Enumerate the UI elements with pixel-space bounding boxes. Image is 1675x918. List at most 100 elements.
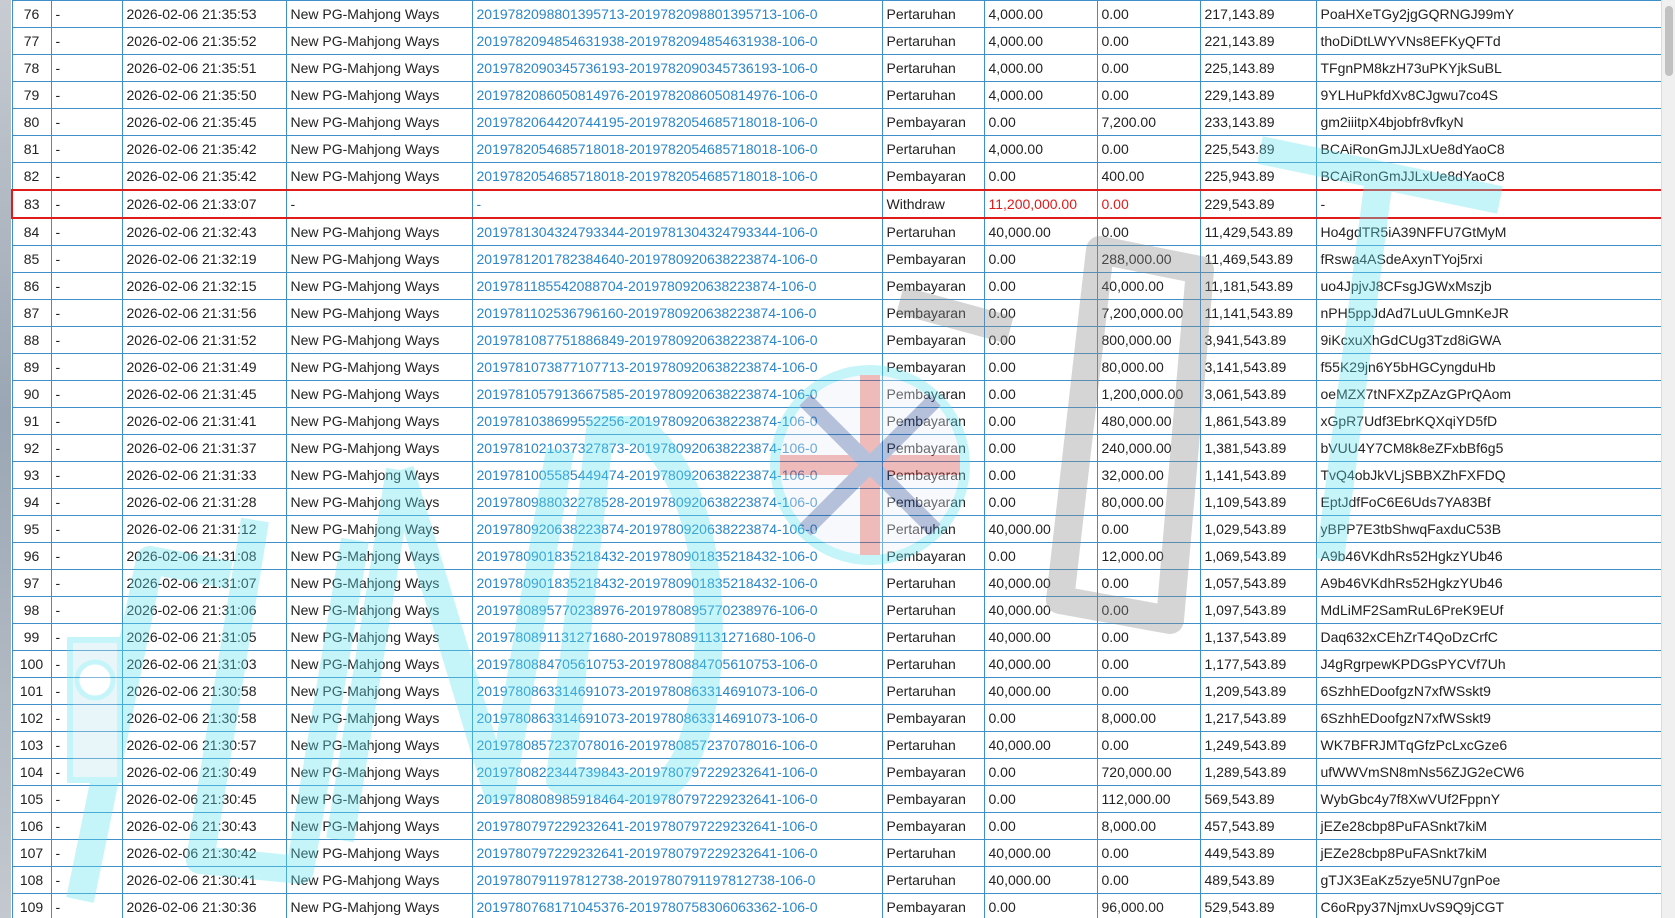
row-reference-link[interactable]: 2019781185542088704-2019780920638223874-… — [471, 272, 883, 300]
row-flag: - — [50, 650, 123, 678]
row-reference-link[interactable]: 2019780797229232641-2019780797229232641-… — [471, 812, 883, 840]
row-reference-link[interactable]: 2019780797229232641-2019780797229232641-… — [471, 839, 883, 867]
row-code: Ho4gdTR5iA39NFFU7GtMyM — [1315, 217, 1663, 246]
row-flag: - — [50, 488, 123, 516]
row-type: Pembayaran — [881, 785, 985, 813]
row-number: 86 — [11, 272, 52, 300]
row-flag: - — [50, 866, 123, 894]
row-reference-link[interactable]: 2019782090345736193-2019782090345736193-… — [471, 54, 883, 82]
row-reference-link[interactable]: 2019782054685718018-2019782054685718018-… — [471, 162, 883, 191]
row-flag: - — [50, 326, 123, 354]
row-reference-link[interactable]: 2019781073877107713-2019780920638223874-… — [471, 353, 883, 381]
row-number: 102 — [11, 704, 52, 732]
row-number: 95 — [11, 515, 52, 543]
row-credit: 720,000.00 — [1096, 758, 1201, 786]
row-code: uo4JpjvJ8CFsgJGWxMszjb — [1315, 272, 1663, 300]
row-balance: 569,543.89 — [1199, 785, 1317, 813]
row-datetime: 2026-02-06 21:32:43 — [121, 217, 287, 246]
row-datetime: 2026-02-06 21:32:19 — [121, 245, 287, 273]
row-datetime: 2026-02-06 21:35:42 — [121, 162, 287, 191]
table-row: 107-2026-02-06 21:30:42 New PG-Mahjong Wa… — [11, 839, 1663, 867]
row-code: jEZe28cbp8PuFASnkt7kiM — [1315, 839, 1663, 867]
scrollbar-thumb[interactable] — [1665, 6, 1673, 76]
row-reference-link[interactable]: 2019781038699552256-2019780920638223874-… — [471, 407, 883, 435]
row-datetime: 2026-02-06 21:30:41 — [121, 866, 287, 894]
row-reference-link[interactable]: 2019781201782384640-2019780920638223874-… — [471, 245, 883, 273]
row-credit: 240,000.00 — [1096, 434, 1201, 462]
row-datetime: 2026-02-06 21:30:57 — [121, 731, 287, 759]
row-number: 94 — [11, 488, 52, 516]
row-flag: - — [50, 893, 123, 918]
row-reference-link[interactable]: 2019781057913667585-2019780920638223874-… — [471, 380, 883, 408]
row-reference-link[interactable]: 2019781102536796160-2019780920638223874-… — [471, 299, 883, 327]
row-type: Pembayaran — [881, 758, 985, 786]
row-reference-link[interactable]: 2019780791197812738-2019780791197812738-… — [471, 866, 883, 894]
row-reference-link[interactable]: 2019780863314691073-2019780863314691073-… — [471, 704, 883, 732]
row-balance: 529,543.89 — [1199, 893, 1317, 918]
row-reference-link[interactable]: 2019780884705610753-2019780884705610753-… — [471, 650, 883, 678]
row-code: f55K29jn6Y5bHGCyngduHb — [1315, 353, 1663, 381]
row-type: Pertaruhan — [881, 135, 985, 163]
row-number: 103 — [11, 731, 52, 759]
row-type: Pertaruhan — [881, 27, 985, 55]
row-game-name: New PG-Mahjong Ways — [285, 162, 473, 191]
row-datetime: 2026-02-06 21:31:12 — [121, 515, 287, 543]
row-game-name: New PG-Mahjong Ways — [285, 27, 473, 55]
row-reference-link[interactable]: 2019780863314691073-2019780863314691073-… — [471, 677, 883, 705]
row-flag: - — [50, 677, 123, 705]
row-credit: 0.00 — [1096, 596, 1201, 624]
row-reference-link[interactable]: 2019781304324793344-2019781304324793344-… — [471, 217, 883, 246]
table-row: 77-2026-02-06 21:35:52 New PG-Mahjong Way… — [11, 27, 1663, 55]
row-flag: - — [50, 434, 123, 462]
row-balance: 489,543.89 — [1199, 866, 1317, 894]
row-reference-link[interactable]: 2019780857237078016-2019780857237078016-… — [471, 731, 883, 759]
row-debit: 0.00 — [983, 893, 1098, 918]
row-type: Pertaruhan — [881, 866, 985, 894]
row-type: Pembayaran — [881, 704, 985, 732]
row-reference-link[interactable]: 2019782094854631938-2019782094854631938-… — [471, 27, 883, 55]
row-datetime: 2026-02-06 21:31:03 — [121, 650, 287, 678]
row-credit: 7,200,000.00 — [1096, 299, 1201, 327]
row-reference-link[interactable]: 2019781087751886849-2019780920638223874-… — [471, 326, 883, 354]
row-credit: 0.00 — [1096, 623, 1201, 651]
row-reference-link[interactable]: 2019782054685718018-2019782054685718018-… — [471, 135, 883, 163]
row-game-name: New PG-Mahjong Ways — [285, 0, 473, 28]
row-game-name: New PG-Mahjong Ways — [285, 650, 473, 678]
row-reference-link[interactable]: 2019782086050814976-2019782086050814976-… — [471, 81, 883, 109]
row-flag: - — [50, 380, 123, 408]
table-row: 108-2026-02-06 21:30:41 New PG-Mahjong Wa… — [11, 866, 1663, 894]
row-datetime: 2026-02-06 21:31:06 — [121, 596, 287, 624]
row-type: Pertaruhan — [881, 217, 985, 246]
row-code: gTJX3EaKz5zye5NU7gnPoe — [1315, 866, 1663, 894]
row-reference-link[interactable]: 2019780901835218432-2019780901835218432-… — [471, 569, 883, 597]
row-reference-link[interactable]: 2019780808985918464-2019780797229232641-… — [471, 785, 883, 813]
row-reference-link[interactable]: 2019782098801395713-2019782098801395713-… — [471, 0, 883, 28]
row-debit: 0.00 — [983, 785, 1098, 813]
row-reference-link: - — [471, 189, 883, 219]
row-reference-link[interactable]: 2019780768171045376-2019780758306063362-… — [471, 893, 883, 918]
row-number: 97 — [11, 569, 52, 597]
row-reference-link[interactable]: 2019780901835218432-2019780901835218432-… — [471, 542, 883, 570]
row-debit: 40,000.00 — [983, 515, 1098, 543]
vertical-scrollbar[interactable] — [1661, 0, 1675, 918]
row-debit: 40,000.00 — [983, 569, 1098, 597]
row-type: Pembayaran — [881, 542, 985, 570]
row-debit: 40,000.00 — [983, 623, 1098, 651]
row-game-name: New PG-Mahjong Ways — [285, 704, 473, 732]
row-datetime: 2026-02-06 21:30:43 — [121, 812, 287, 840]
row-balance: 1,141,543.89 — [1199, 461, 1317, 489]
row-credit: 0.00 — [1096, 866, 1201, 894]
row-reference-link[interactable]: 2019780891131271680-2019780891131271680-… — [471, 623, 883, 651]
row-reference-link[interactable]: 2019780988032278528-2019780920638223874-… — [471, 488, 883, 516]
row-reference-link[interactable]: 2019780895770238976-2019780895770238976-… — [471, 596, 883, 624]
row-reference-link[interactable]: 2019780920638223874-2019780920638223874-… — [471, 515, 883, 543]
row-reference-link[interactable]: 2019780822344739843-2019780797229232641-… — [471, 758, 883, 786]
row-reference-link[interactable]: 2019781005585449474-2019780920638223874-… — [471, 461, 883, 489]
row-code: WK7BFRJMTqGfzPcLxcGze6 — [1315, 731, 1663, 759]
row-reference-link[interactable]: 2019781021037327873-2019780920638223874-… — [471, 434, 883, 462]
row-reference-link[interactable]: 2019782064420744195-2019782054685718018-… — [471, 108, 883, 136]
row-debit: 40,000.00 — [983, 596, 1098, 624]
row-number: 100 — [11, 650, 52, 678]
window-left-edge — [0, 0, 11, 918]
row-game-name: New PG-Mahjong Ways — [285, 217, 473, 246]
